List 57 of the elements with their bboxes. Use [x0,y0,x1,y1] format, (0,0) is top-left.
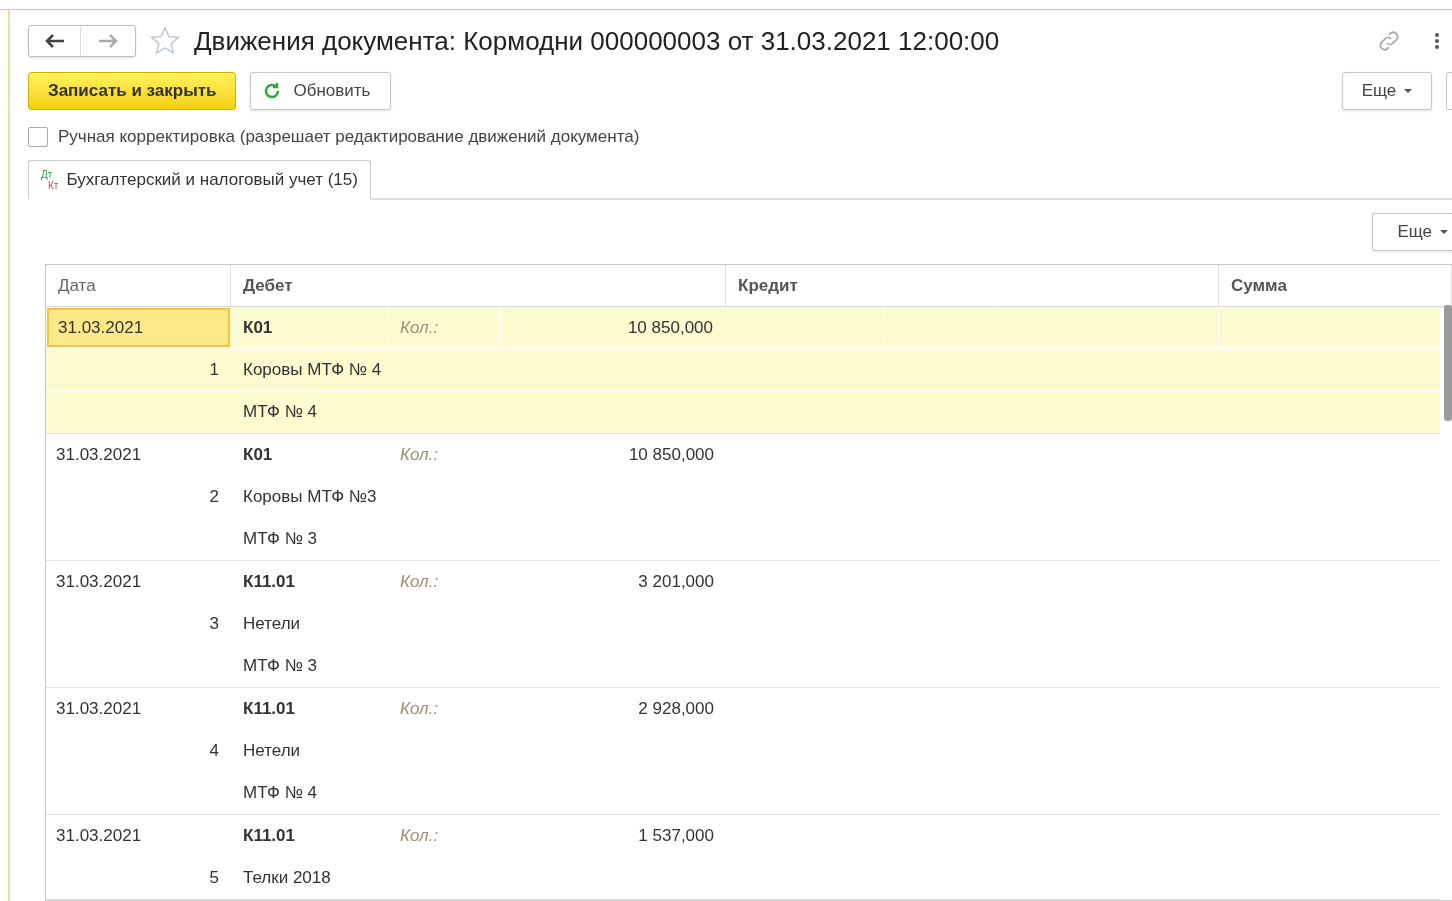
date-cell-text: 31.03.2021 [55,825,143,848]
refresh-icon [263,82,282,100]
subconto-cell-text: Коровы МТФ №3 [242,486,378,509]
date-cell-text: 31.03.2021 [55,444,143,467]
quantity-cell-text: 1 537,000 [637,825,715,848]
debit-mark: Дт [41,168,54,180]
date-cell: 31.03.2021 [47,308,230,347]
more-vertical-icon[interactable] [1434,32,1440,50]
scrollbar[interactable] [1444,305,1452,421]
row-number: 2 [208,486,220,509]
window-title: Движения документа: Кормодни 000000003 от 31.03.2021 12:00:00 [194,24,1000,58]
save-close-button[interactable]: Записать и закрыть [28,72,237,110]
subconto-cell-text: Телки 2018 [242,867,332,890]
quantity-label: Кол.: [399,444,440,467]
subconto-cell-text: Коровы МТФ № 4 [242,358,383,381]
column-header[interactable]: Дебет [231,265,726,306]
quantity-label: Кол.: [399,825,440,848]
quantity-label: Кол.: [399,571,440,594]
tab[interactable]: Дт Кт Бухгалтерский и налоговый учет (15) [28,160,371,200]
quantity-label: Кол.: [399,698,440,721]
subconto-cell-text: МТФ № 4 [242,401,319,424]
checkbox[interactable] [28,127,48,147]
star-icon[interactable] [148,25,182,57]
link-icon[interactable] [1376,28,1402,54]
column-header[interactable]: Дата [46,265,231,306]
refresh-button[interactable]: Обновить [250,72,392,110]
credit-mark: Кт [48,179,59,191]
account-cell-text: К01 [242,444,274,467]
account-cell-text: К11.01 [242,825,296,848]
checkbox-label: Ручная корректировка (разрешает редактирование движений документа) [58,126,640,149]
caret-icon [1404,89,1413,93]
subconto-cell-text: Нетели [242,740,302,763]
account-cell-text: К11.01 [242,698,296,721]
quantity-cell-text: 3 201,000 [637,571,715,594]
subconto-cell-text: Нетели [242,613,302,636]
row-number: 5 [208,867,220,890]
row-number: 4 [208,740,220,763]
caret-icon [1440,230,1448,234]
quantity-cell-text: 2 928,000 [637,698,715,721]
subconto-cell-text: МТФ № 3 [242,655,319,678]
forward-arrow-icon [98,34,118,48]
subconto-cell-text: МТФ № 3 [242,528,319,551]
account-cell: К01 [231,307,388,348]
column-header[interactable]: Кредит [726,265,1219,306]
quantity-cell: 10 850,000 [501,307,726,348]
quantity-label: Кол.: [388,307,501,348]
back-arrow-icon [44,34,65,48]
row-number: 1 [208,358,220,381]
quantity-cell-text: 10 850,000 [627,444,715,467]
subconto-cell-text: МТФ № 4 [242,782,319,805]
table-more-button[interactable]: Еще [1372,213,1452,251]
date-cell-text: 31.03.2021 [55,571,143,594]
table-row[interactable]: 31.03.2021 К01 Кол.: 10 850,000 1 Коровы МТФ № 4 МТФ № 4 [46,307,1440,434]
date-cell-text: 31.03.2021 [55,698,143,721]
row-number: 3 [208,613,220,636]
more-button[interactable]: Еще [1342,72,1432,110]
account-cell-text: К11.01 [242,571,296,594]
